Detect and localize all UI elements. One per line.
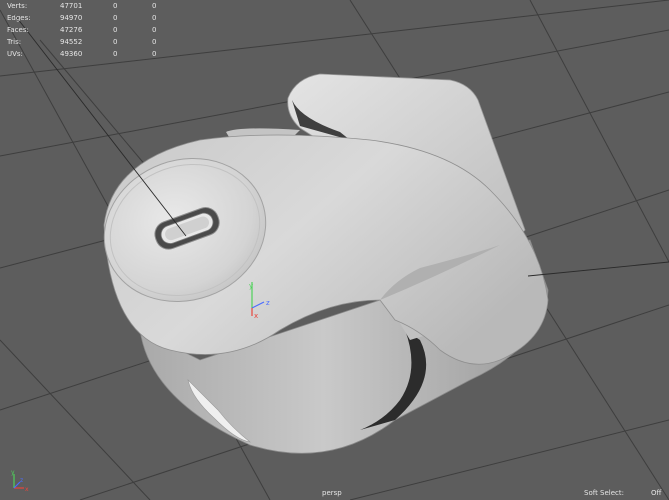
hud-value: 47276 [60, 26, 83, 34]
hud-row-faces: Faces: 47276 0 0 [7, 25, 177, 37]
svg-text:x: x [25, 486, 29, 493]
soft-select-label: Soft Select: [584, 489, 624, 497]
hud-value: 47701 [60, 2, 83, 10]
hud-value: 0 [152, 2, 157, 10]
hud-value: 49360 [60, 50, 83, 58]
hud-value: 0 [152, 50, 157, 58]
viewport-scene[interactable]: y z x y x z [0, 0, 669, 500]
hud-value: 0 [113, 50, 118, 58]
svg-text:y: y [249, 282, 253, 290]
svg-text:z: z [266, 299, 270, 307]
hud-value: 0 [152, 14, 157, 22]
hud-value: 94552 [60, 38, 83, 46]
hud-row-tris: Tris: 94552 0 0 [7, 37, 177, 49]
hud-label: Tris: [7, 38, 22, 46]
svg-text:z: z [20, 477, 23, 484]
hud-label: Edges: [7, 14, 31, 22]
hud-label: Verts: [7, 2, 28, 10]
svg-text:y: y [11, 469, 15, 476]
hud-value: 0 [152, 38, 157, 46]
camera-name-label: persp [322, 489, 342, 497]
hud-label: UVs: [7, 50, 23, 58]
guide-line-right [527, 261, 669, 277]
hud-value: 0 [113, 26, 118, 34]
soft-select-value: Off [651, 489, 662, 497]
3d-viewport[interactable]: y z x y x z Verts: 47701 0 0 Edges: 9497… [0, 0, 669, 500]
hud-value: 94970 [60, 14, 83, 22]
hud-value: 0 [113, 38, 118, 46]
hud-row-verts: Verts: 47701 0 0 [7, 1, 177, 13]
hud-value: 0 [113, 14, 118, 22]
hud-value: 0 [152, 26, 157, 34]
svg-text:x: x [254, 312, 258, 320]
view-axis-icon: y x z [11, 469, 29, 493]
hud-row-uvs: UVs: 49360 0 0 [7, 49, 177, 61]
hud-row-edges: Edges: 94970 0 0 [7, 13, 177, 25]
hud-value: 0 [113, 2, 118, 10]
poly-count-hud: Verts: 47701 0 0 Edges: 94970 0 0 Faces:… [7, 1, 177, 61]
hud-label: Faces: [7, 26, 29, 34]
